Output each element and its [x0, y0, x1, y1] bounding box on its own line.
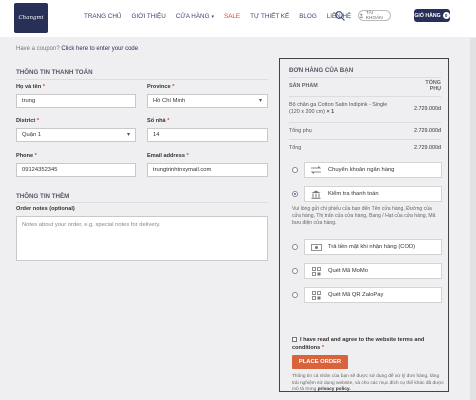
terms-label: I have read and agree to the website ter…: [292, 337, 425, 351]
district-value: Quận 1: [22, 132, 42, 138]
coupon-notice: Have a coupon? Click here to enter your …: [16, 46, 138, 52]
divider: [289, 122, 441, 123]
phone-label: Phone *: [16, 153, 37, 159]
privacy-notice: Thông tin cá nhân của bạn sẽ được sử dụn…: [292, 374, 444, 392]
province-select[interactable]: Hồ Chí Minh ▾: [147, 94, 268, 108]
subtotal-row: Tổng phụ 2.729.000đ: [289, 128, 441, 134]
nav-about[interactable]: GIỚI THIỆU: [131, 13, 165, 20]
divider: [289, 96, 441, 97]
nav-sale[interactable]: SALE: [224, 13, 240, 20]
total-value: 2.729.000đ: [414, 145, 441, 151]
total-row: Tổng 2.729.000đ: [289, 145, 441, 151]
radio-button[interactable]: [292, 292, 298, 298]
billing-title: THÔNG TIN THANH TOÁN: [16, 69, 93, 76]
logo-text: Changmi: [18, 15, 44, 21]
radio-button-selected[interactable]: [292, 191, 298, 197]
street-label: Số nhà *: [147, 118, 170, 124]
order-item-row: Bộ chăn ga Cotton Satin Indipink - Singl…: [289, 102, 441, 116]
name-label: Họ và tên *: [16, 84, 45, 90]
district-label: District *: [16, 118, 40, 124]
email-field[interactable]: trungtrinhtnxymail.com: [147, 163, 268, 177]
chevron-down-icon: ▾: [126, 132, 130, 138]
qr-icon: [309, 290, 323, 300]
order-table-header: SẢN PHẨM TỔNG PHỤ: [289, 80, 441, 92]
payment-method-label: Kiểm tra thanh toán: [328, 191, 379, 197]
col-product: SẢN PHẨM: [289, 83, 318, 89]
payment-method-label: Quét Mã QR ZaloPay: [328, 292, 384, 298]
order-item-total: 2.729.000đ: [414, 106, 441, 112]
chevron-down-icon: ▾: [211, 14, 215, 20]
nav-shop-label: CỬA HÀNG: [175, 13, 210, 20]
payment-option-box[interactable]: Trả tiền mặt khi nhận hàng (COD): [304, 239, 442, 255]
cart-count-badge: 0: [442, 12, 450, 19]
bank-check-icon: [309, 190, 323, 199]
order-title: ĐƠN HÀNG CỦA BẠN: [289, 67, 354, 74]
province-label: Province *: [147, 84, 175, 90]
user-icon: [359, 13, 364, 18]
main-nav: TRANG CHỦ GIỚI THIỆU CỬA HÀNG ▾ SALE TỰ T…: [84, 13, 361, 20]
account-label: TÀI KHOẢN: [365, 10, 383, 21]
total-label: Tổng: [289, 145, 302, 151]
cart-button[interactable]: GIỎ HÀNG 0: [414, 9, 450, 22]
chevron-down-icon: ▾: [258, 98, 262, 104]
nav-home[interactable]: TRANG CHỦ: [84, 13, 121, 20]
nav-blog[interactable]: BLOG: [299, 13, 317, 20]
extra-info-title: THÔNG TIN THÊM: [16, 193, 70, 200]
payment-option-box[interactable]: Quét Mã QR ZaloPay: [304, 287, 442, 303]
order-notes-textarea[interactable]: Notes about your order, e.g. special not…: [16, 216, 268, 261]
payment-option-box[interactable]: Chuyển khoản ngân hàng: [304, 162, 442, 178]
order-item-name: Bộ chăn ga Cotton Satin Indipink - Singl…: [289, 102, 388, 115]
subtotal-value: 2.729.000đ: [414, 128, 441, 134]
payment-option-box[interactable]: Kiểm tra thanh toán: [304, 186, 442, 202]
cash-icon: [309, 243, 323, 251]
order-summary: ĐƠN HÀNG CỦA BẠN SẢN PHẨM TỔNG PHỤ Bộ ch…: [279, 58, 449, 392]
divider: [289, 139, 441, 140]
phone-field[interactable]: 09124352345: [16, 163, 136, 177]
terms-checkbox[interactable]: [292, 337, 297, 343]
coupon-link[interactable]: Click here to enter your code: [61, 46, 138, 52]
cart-label: GIỎ HÀNG: [414, 12, 441, 19]
name-field[interactable]: trung: [16, 94, 136, 108]
order-notes-label: Order notes (optional): [16, 206, 75, 212]
subtotal-label: Tổng phụ: [289, 128, 312, 134]
privacy-policy-link[interactable]: privacy policy.: [318, 387, 351, 392]
bank-transfer-icon: [309, 166, 323, 174]
payment-option-box[interactable]: Quét Mã MoMo: [304, 263, 442, 279]
payment-method-label: Quét Mã MoMo: [328, 268, 368, 274]
radio-button[interactable]: [292, 268, 298, 274]
site-header: Changmi TRANG CHỦ GIỚI THIỆU CỬA HÀNG ▾ S…: [0, 0, 476, 38]
scrollbar[interactable]: [470, 38, 476, 400]
divider: [289, 77, 441, 78]
radio-button[interactable]: [292, 244, 298, 250]
col-total: TỔNG PHỤ: [425, 80, 441, 92]
place-order-button[interactable]: PLACE ORDER: [292, 355, 348, 369]
email-label: Email address *: [147, 153, 189, 159]
payment-method-description: Vui lòng gửi chi phiếu của bạn đến Tên c…: [292, 206, 436, 226]
payment-method-label: Trả tiền mặt khi nhận hàng (COD): [328, 244, 416, 250]
checkout-content: Have a coupon? Click here to enter your …: [0, 38, 476, 400]
nav-design[interactable]: TỰ THIẾT KẾ: [250, 13, 289, 20]
qr-icon: [309, 266, 323, 276]
account-button[interactable]: TÀI KHOẢN: [358, 10, 391, 21]
province-value: Hồ Chí Minh: [153, 98, 186, 104]
payment-method-label: Chuyển khoản ngân hàng: [328, 167, 395, 173]
district-select[interactable]: Quận 1 ▾: [16, 128, 136, 142]
coupon-prefix: Have a coupon?: [16, 46, 60, 52]
street-field[interactable]: 14: [147, 128, 268, 142]
radio-button[interactable]: [292, 167, 298, 173]
nav-shop[interactable]: CỬA HÀNG ▾: [176, 13, 214, 20]
search-icon[interactable]: [334, 10, 346, 22]
terms-checkbox-row[interactable]: I have read and agree to the website ter…: [292, 336, 440, 352]
divider: [16, 79, 268, 80]
site-logo[interactable]: Changmi: [14, 3, 48, 33]
divider: [16, 202, 268, 203]
